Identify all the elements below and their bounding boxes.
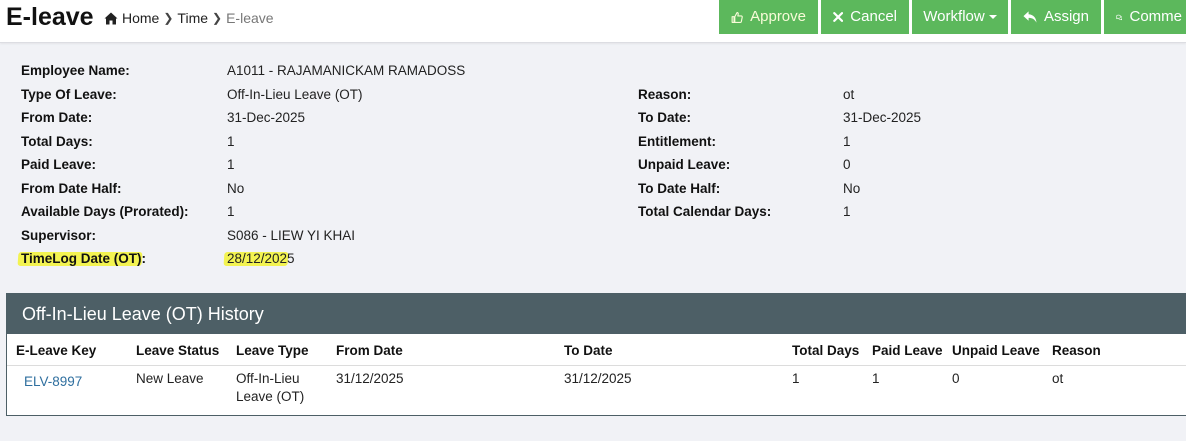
- leave-history-panel: Off-In-Lieu Leave (OT) History E-Leave K…: [6, 293, 1186, 416]
- timelog-date-value: 28/12/2025: [227, 251, 295, 266]
- employee-name-value: A1011 - RAJAMANICKAM RAMADOSS: [227, 63, 466, 78]
- type-of-leave-value: Off-In-Lieu Leave (OT): [227, 87, 363, 102]
- thumbs-up-icon: [731, 11, 743, 23]
- approve-button[interactable]: Approve: [719, 0, 818, 34]
- type-of-leave-label: Type Of Leave:: [21, 87, 117, 102]
- to-date-label: To Date:: [638, 110, 691, 125]
- workflow-label: Workflow: [923, 8, 985, 25]
- total-days-value: 1: [227, 134, 235, 149]
- comment-label: Comme: [1129, 8, 1182, 25]
- employee-name-label: Employee Name:: [21, 63, 130, 78]
- supervisor-value: S086 - LIEW YI KHAI: [227, 228, 356, 243]
- from-date-half-value: No: [227, 181, 245, 196]
- action-toolbar: Approve Cancel Workflow Assign Comme: [719, 0, 1186, 34]
- chevron-right-icon: ❯: [212, 11, 223, 25]
- leave-status-cell: New Leave: [136, 371, 204, 386]
- breadcrumb: Home ❯ Time ❯ E-leave: [104, 10, 274, 26]
- history-panel-title: Off-In-Lieu Leave (OT) History: [7, 294, 1186, 334]
- supervisor-label: Supervisor:: [21, 228, 97, 243]
- from-date-cell: 31/12/2025: [336, 371, 404, 386]
- entitlement-value: 1: [843, 134, 851, 149]
- approve-label: Approve: [750, 8, 806, 25]
- column-header-to-date: To Date: [564, 343, 613, 358]
- eleave-key-link[interactable]: ELV-8997: [24, 373, 82, 391]
- column-header-total-days: Total Days: [792, 343, 860, 358]
- column-header-from-date: From Date: [336, 343, 403, 358]
- from-date-value: 31-Dec-2025: [227, 110, 306, 125]
- column-header-leave-status: Leave Status: [136, 343, 220, 358]
- column-header-leave-type: Leave Type: [236, 343, 309, 358]
- paid-leave-label: Paid Leave:: [21, 157, 97, 172]
- comments-icon: [1116, 14, 1123, 20]
- close-icon: [833, 12, 844, 22]
- total-days-label: Total Days:: [21, 134, 93, 149]
- timelog-date-label: TimeLog Date (OT):: [21, 251, 147, 266]
- from-date-label: From Date:: [21, 110, 93, 125]
- page-title: E-leave: [6, 3, 94, 31]
- leave-type-cell: Off-In-Lieu Leave (OT): [236, 371, 305, 404]
- column-header-paid-leave: Paid Leave: [872, 343, 943, 358]
- breadcrumb-home[interactable]: Home: [122, 10, 159, 26]
- unpaid-leave-value: 0: [843, 157, 851, 172]
- column-header-eleave-key: E-Leave Key: [16, 343, 97, 358]
- reason-cell: ot: [1052, 371, 1064, 386]
- table-divider: [7, 365, 1186, 366]
- reason-label: Reason:: [638, 87, 692, 102]
- top-bar: E-leave Home ❯ Time ❯ E-leave Approve Ca…: [0, 0, 1186, 43]
- cancel-button[interactable]: Cancel: [821, 0, 909, 34]
- from-date-half-label: From Date Half:: [21, 181, 122, 196]
- unpaid-leave-cell: 0: [952, 371, 960, 386]
- to-date-half-value: No: [843, 181, 861, 196]
- reason-value: ot: [843, 87, 855, 102]
- caret-down-icon: [988, 15, 997, 19]
- unpaid-leave-label: Unpaid Leave:: [638, 157, 731, 172]
- paid-leave-value: 1: [227, 157, 235, 172]
- breadcrumb-eleave: E-leave: [226, 10, 274, 26]
- reply-icon: [1023, 11, 1037, 23]
- paid-leave-cell: 1: [872, 371, 880, 386]
- available-days-value: 1: [227, 204, 235, 219]
- available-days-label: Available Days (Prorated):: [21, 204, 189, 219]
- entitlement-label: Entitlement:: [638, 134, 717, 149]
- total-calendar-days-value: 1: [843, 204, 851, 219]
- total-calendar-days-label: Total Calendar Days:: [638, 204, 772, 219]
- home-icon[interactable]: [104, 12, 118, 25]
- column-header-reason: Reason: [1052, 343, 1101, 358]
- cancel-label: Cancel: [850, 8, 897, 25]
- assign-button[interactable]: Assign: [1011, 0, 1101, 34]
- workflow-dropdown-button[interactable]: Workflow: [912, 0, 1008, 34]
- total-days-cell: 1: [792, 371, 800, 386]
- chevron-right-icon: ❯: [163, 11, 174, 25]
- comment-button[interactable]: Comme: [1104, 0, 1186, 34]
- breadcrumb-time[interactable]: Time: [177, 10, 208, 26]
- to-date-value: 31-Dec-2025: [843, 110, 922, 125]
- assign-label: Assign: [1043, 8, 1089, 25]
- to-date-half-label: To Date Half:: [638, 181, 721, 196]
- column-header-unpaid-leave: Unpaid Leave: [952, 343, 1040, 358]
- to-date-cell: 31/12/2025: [564, 371, 632, 386]
